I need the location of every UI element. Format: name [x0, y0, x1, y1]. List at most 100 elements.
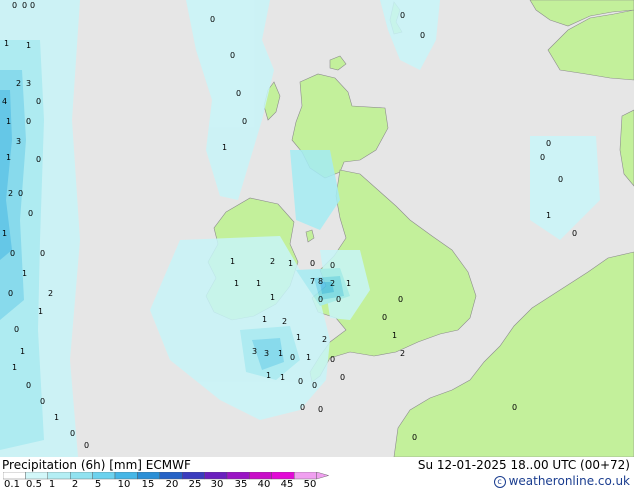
precip-value-label: 1	[38, 307, 43, 316]
credit-text: weatheronline.co.uk	[508, 474, 630, 488]
legend-tick-label: 40	[257, 479, 271, 490]
precip-value-label: 0	[242, 117, 247, 126]
precip-value-label: 1	[222, 143, 227, 152]
precip-value-label: 0	[12, 1, 17, 10]
precip-value-label: 2	[8, 189, 13, 198]
precip-value-label: 4	[2, 97, 7, 106]
precip-value-label: 0	[572, 229, 577, 238]
precip-value-label: 2	[282, 317, 287, 326]
precip-value-label: 1	[2, 229, 7, 238]
precip-value-label: 1	[6, 117, 11, 126]
colorbar-swatch	[249, 472, 272, 480]
precip-value-label: 1	[262, 315, 267, 324]
colorbar-swatch	[25, 472, 48, 480]
precip-value-label: 1	[20, 347, 25, 356]
colorbar-swatch	[226, 472, 250, 480]
precip-value-label: 3	[252, 347, 257, 356]
colorbar-swatch	[181, 472, 205, 480]
legend-tick-label: 35	[234, 479, 248, 490]
precip-value-label: 8	[318, 277, 323, 286]
precip-value-label: 2	[400, 349, 405, 358]
precip-value-label: 0	[36, 97, 41, 106]
colorbar-swatch	[3, 472, 26, 480]
precip-value-label: 0	[28, 209, 33, 218]
colorbar-swatch	[271, 472, 295, 480]
precip-value-label: 0	[84, 441, 89, 450]
legend-tick-label: 15	[141, 479, 155, 490]
precip-value-label: 0	[310, 259, 315, 268]
precip-value-label: 1	[26, 41, 31, 50]
precip-value-label: 2	[322, 335, 327, 344]
colorbar-swatch	[92, 472, 116, 480]
precip-value-label: 0	[546, 139, 551, 148]
precip-value-label: 0	[412, 433, 417, 442]
precip-value-label: 0	[36, 155, 41, 164]
precip-value-label: 1	[256, 279, 261, 288]
colorbar-swatch	[47, 472, 71, 480]
precip-value-label: 2	[16, 79, 21, 88]
precip-value-label: 0	[10, 249, 15, 258]
precip-value-label: 2	[330, 279, 335, 288]
legend-tick-label: 30	[210, 479, 224, 490]
precip-value-label: 1	[6, 153, 11, 162]
precip-value-label: 1	[234, 279, 239, 288]
precip-value-label: 2	[48, 289, 53, 298]
precip-value-label: 1	[278, 349, 283, 358]
precip-value-label: 0	[236, 89, 241, 98]
precip-value-label: 0	[420, 31, 425, 40]
precip-value-label: 7	[310, 277, 315, 286]
precip-value-label: 0	[70, 429, 75, 438]
precip-value-label: 1	[392, 331, 397, 340]
precip-value-label: 0	[540, 153, 545, 162]
legend-tick-label: 2	[71, 479, 79, 490]
colorbar-swatch	[204, 472, 228, 480]
precip-value-label: 0	[312, 381, 317, 390]
precip-value-label: 1	[270, 293, 275, 302]
copyright-icon: c	[493, 476, 506, 488]
precip-value-label: 0	[558, 175, 563, 184]
precip-value-label: 1	[296, 333, 301, 342]
colorbar-swatch	[294, 472, 317, 480]
colorbar-swatch	[159, 472, 183, 480]
precip-value-label: 0	[30, 1, 35, 10]
legend-title: Precipitation (6h) [mm] ECMWF	[2, 458, 191, 472]
precip-value-label: 0	[318, 295, 323, 304]
legend-tick-label: 1	[48, 479, 56, 490]
precip-value-label: 1	[288, 259, 293, 268]
precip-value-label: 0	[18, 189, 23, 198]
precip-value-label: 0	[330, 261, 335, 270]
legend-tick-label: 5	[94, 479, 102, 490]
precip-value-label: 0	[398, 295, 403, 304]
precip-value-label: 1	[230, 257, 235, 266]
precipitation-map: 0 0 01 12 34 01 031 02 0010 010 210110010000001000…	[0, 0, 634, 457]
precip-value-label: 1	[280, 373, 285, 382]
precip-value-label: 1	[12, 363, 17, 372]
precip-value-label: 1	[346, 279, 351, 288]
colorbar-arrow	[316, 472, 330, 480]
precip-value-label: 0	[26, 381, 31, 390]
precip-value-label: 1	[54, 413, 59, 422]
precip-value-label: 0	[40, 249, 45, 258]
precip-value-label: 2	[270, 257, 275, 266]
precip-value-label: 0	[8, 289, 13, 298]
legend-tick-label: 0.1	[4, 479, 20, 490]
legend-tick-label: 25	[188, 479, 202, 490]
precip-value-label: 1	[22, 269, 27, 278]
colorbar-swatch	[114, 472, 138, 480]
precip-value-label: 1	[4, 39, 9, 48]
precip-value-label: 0	[14, 325, 19, 334]
legend-tick-label: 20	[165, 479, 179, 490]
precip-value-label: 0	[382, 313, 387, 322]
precip-value-label: 0	[298, 377, 303, 386]
legend-tick-label: 50	[303, 479, 317, 490]
precip-value-label: 0	[340, 373, 345, 382]
legend-tick-label: 10	[117, 479, 131, 490]
precip-value-label: 1	[306, 353, 311, 362]
precip-value-label: 0	[210, 15, 215, 24]
legend-tick-label: 0.5	[26, 479, 42, 490]
precip-value-label: 1	[266, 371, 271, 380]
precip-value-label: 3	[264, 349, 269, 358]
precip-value-label: 0	[22, 1, 27, 10]
precip-value-label: 0	[230, 51, 235, 60]
credit-link[interactable]: c weatheronline.co.uk	[493, 474, 630, 488]
